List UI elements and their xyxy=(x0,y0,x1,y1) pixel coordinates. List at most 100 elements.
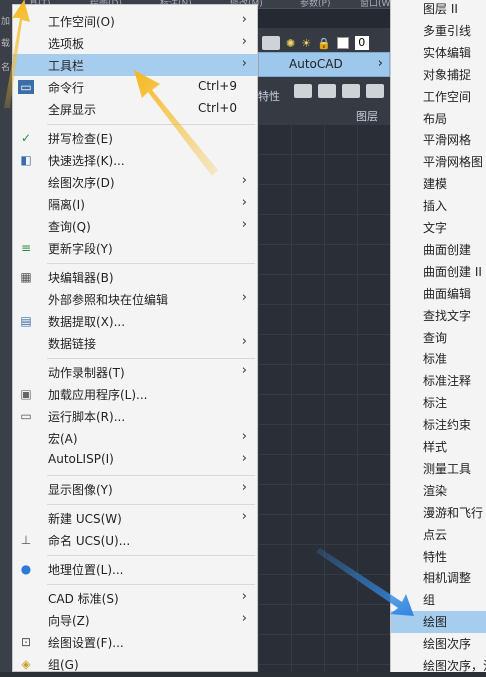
menu-item[interactable]: 工作空间(O) › xyxy=(13,10,257,32)
toolbar-list-item[interactable]: 曲面创建 II xyxy=(391,261,486,283)
toolbar-list-item[interactable]: 布局 xyxy=(391,108,486,130)
toolbar-list-item[interactable]: 实体编辑 xyxy=(391,42,486,64)
menu-item[interactable]: ● 地理位置(L)... xyxy=(13,558,257,580)
menu-item[interactable]: ⊡ 绘图设置(F)... xyxy=(13,631,257,653)
menu-item-label: 加载应用程序(L)... xyxy=(48,388,148,402)
command-line-icon: ▭ xyxy=(18,80,34,94)
toolbar-list-item[interactable]: 渲染 xyxy=(391,480,486,502)
toolbar-list-item[interactable]: 曲面编辑 xyxy=(391,283,486,305)
menu-item[interactable]: 工具栏 › xyxy=(13,54,257,76)
menu-item-label: 新建 UCS(W) xyxy=(48,512,122,526)
toolbar-list-label: 标注约束 xyxy=(423,418,472,433)
menu-item[interactable]: 隔离(I) › xyxy=(13,193,257,215)
menubar-item-parametric[interactable]: 参数(P) xyxy=(300,0,330,9)
autocad-submenu-item[interactable]: AutoCAD › xyxy=(258,52,390,77)
toolbar-list-item[interactable]: 查询 xyxy=(391,327,486,349)
menu-item[interactable]: 数据链接 › xyxy=(13,332,257,354)
toolbar-list-item[interactable]: 工作空间 xyxy=(391,86,486,108)
toolbar-list-item[interactable]: 组 xyxy=(391,589,486,611)
toolbar-list-item[interactable]: 建模 xyxy=(391,173,486,195)
bulb-icon[interactable]: ✺ xyxy=(286,37,295,50)
menu-item[interactable]: ⊥ 命名 UCS(U)... xyxy=(13,529,257,551)
color-swatch[interactable] xyxy=(336,37,349,49)
menu-item[interactable]: ✓ 拼写检查(E) xyxy=(13,127,257,149)
menu-item[interactable]: 查询(Q) › xyxy=(13,215,257,237)
layer-icon[interactable] xyxy=(262,36,280,50)
menu-item[interactable]: 宏(A) › xyxy=(13,427,257,449)
menu-item[interactable]: 外部参照和块在位编辑 › xyxy=(13,288,257,310)
menu-item-label: 数据提取(X)... xyxy=(48,315,126,329)
menu-item[interactable]: 新建 UCS(W) › xyxy=(13,507,257,529)
toolbar-list-item[interactable]: 平滑网格图 xyxy=(391,151,486,173)
menu-item-label: 绘图设置(F)... xyxy=(48,636,124,650)
toolbar-list-item[interactable]: 样式 xyxy=(391,436,486,458)
toolbar-list-label: 文字 xyxy=(423,221,448,235)
menu-item-label: 隔离(I) xyxy=(48,198,85,212)
drawing-grid xyxy=(258,124,390,672)
toolbar-list-label: 工作空间 xyxy=(423,89,472,104)
toolbar-list-label: 绘图 xyxy=(423,615,448,630)
chevron-right-icon: › xyxy=(241,480,247,495)
toolbar-list-label: 样式 xyxy=(423,440,448,454)
toolbar-list-item[interactable]: 曲面创建 xyxy=(391,239,486,261)
layer-tool-icon[interactable] xyxy=(294,84,312,98)
chevron-right-icon: › xyxy=(241,589,247,604)
menubar-item-window[interactable]: 窗口(W) xyxy=(360,0,394,9)
menu-item[interactable]: 绘图次序(D) › xyxy=(13,171,257,193)
toolbar-list-label: 曲面编辑 xyxy=(423,286,472,301)
menu-item[interactable]: ▭ 运行脚本(R)... xyxy=(13,405,257,427)
toolbar-list-item[interactable]: 绘图次序 xyxy=(391,633,486,655)
toolbar-list-item[interactable]: 特性 xyxy=(391,546,486,568)
menu-item[interactable]: CAD 标准(S) › xyxy=(13,587,257,609)
sun-icon[interactable]: ☀ xyxy=(301,37,311,50)
globe-icon: ● xyxy=(20,562,32,576)
toolbar-list-item[interactable]: 绘图次序，注 xyxy=(391,655,486,677)
toolbar-list-item[interactable]: 查找文字 xyxy=(391,305,486,327)
menu-item[interactable]: 显示图像(Y) › xyxy=(13,478,257,500)
toolbar-list-item[interactable]: 相机调整 xyxy=(391,567,486,589)
toolbar-list-label: 绘图次序 xyxy=(423,637,472,652)
toolbar-list-item[interactable]: 多重引线 xyxy=(391,20,486,42)
toolbar-list-item[interactable]: 标注约束 xyxy=(391,414,486,436)
layer-tool-icon[interactable] xyxy=(318,84,336,98)
menu-separator xyxy=(47,584,255,585)
menu-item-label: 组(G) xyxy=(48,658,79,672)
toolbar-list-item[interactable]: 测量工具 xyxy=(391,458,486,480)
chevron-right-icon: › xyxy=(241,451,247,466)
toolbar-list-label: 点云 xyxy=(423,527,448,542)
menu-item[interactable]: ▤ 数据提取(X)... xyxy=(13,310,257,332)
menu-item[interactable]: ≡ 更新字段(Y) xyxy=(13,237,257,259)
menu-item[interactable]: AutoLISP(I) › xyxy=(13,449,257,471)
toolbar-list-item[interactable]: 文字 xyxy=(391,217,486,239)
layer-tool-icon[interactable] xyxy=(342,84,360,98)
toolbar-list-item[interactable]: 标准 xyxy=(391,348,486,370)
lock-icon[interactable]: 🔒 xyxy=(317,37,331,50)
layer-tool-icon[interactable] xyxy=(366,84,384,98)
toolbar-list-item[interactable]: 标注 xyxy=(391,392,486,414)
menu-item[interactable]: 动作录制器(T) › xyxy=(13,361,257,383)
menu-item[interactable]: 向导(Z) › xyxy=(13,609,257,631)
menu-separator xyxy=(47,358,255,359)
menu-item-shortcut: Ctrl+9 xyxy=(197,79,237,93)
toolbar-list-item[interactable]: 漫游和飞行 xyxy=(391,502,486,524)
menu-item[interactable]: 全屏显示 Ctrl+0 xyxy=(13,98,257,120)
menu-item[interactable]: ▣ 加载应用程序(L)... xyxy=(13,383,257,405)
toolbar-list-item[interactable]: 插入 xyxy=(391,195,486,217)
data-extract-icon: ▤ xyxy=(20,314,32,328)
menu-item[interactable]: ▭ 命令行 Ctrl+9 xyxy=(13,76,257,98)
toolbar-list-label: 查询 xyxy=(423,330,448,345)
left-strip: 加 载 名 xyxy=(0,8,12,672)
menu-item[interactable]: ▦ 块编辑器(B) xyxy=(13,266,257,288)
toolbar-list-item[interactable]: 对象捕捉 xyxy=(391,64,486,86)
menu-item[interactable]: ◧ 快速选择(K)... xyxy=(13,149,257,171)
toolbar-list-item[interactable]: 点云 xyxy=(391,524,486,546)
toolbar-list-item[interactable]: 图层 II xyxy=(391,0,486,20)
menu-item[interactable]: 选项板 › xyxy=(13,32,257,54)
chevron-right-icon: › xyxy=(241,56,247,71)
toolbar-list-label: 组 xyxy=(423,593,436,608)
toolbar-list-item[interactable]: 标准注释 xyxy=(391,370,486,392)
toolbar-list-label: 相机调整 xyxy=(423,571,472,586)
toolbar-list-item[interactable]: 平滑网格 xyxy=(391,129,486,151)
toolbar-list-item[interactable]: 绘图 xyxy=(391,611,486,634)
menu-item-label: 运行脚本(R)... xyxy=(48,410,126,424)
